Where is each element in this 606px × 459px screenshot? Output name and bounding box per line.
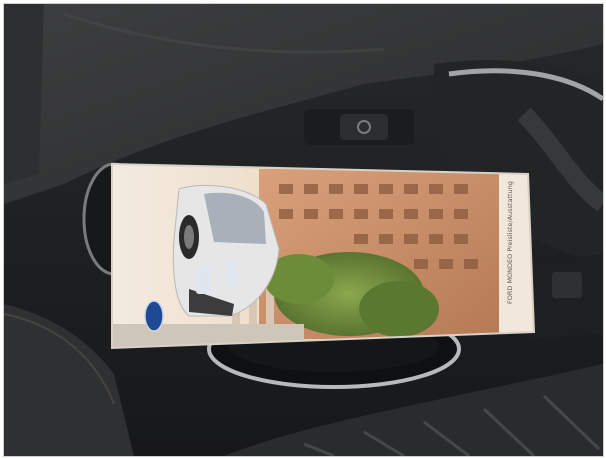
ford-brochure: FORD MONDEO Preisliste/Ausstattung: [111, 162, 536, 350]
photo-frame: FORD MONDEO Preisliste/Ausstattung: [3, 3, 604, 457]
brochure-spine-text: FORD MONDEO Preisliste/Ausstattung: [506, 181, 514, 304]
ford-logo: [144, 300, 164, 332]
scene: FORD MONDEO Preisliste/Ausstattung: [4, 4, 603, 456]
